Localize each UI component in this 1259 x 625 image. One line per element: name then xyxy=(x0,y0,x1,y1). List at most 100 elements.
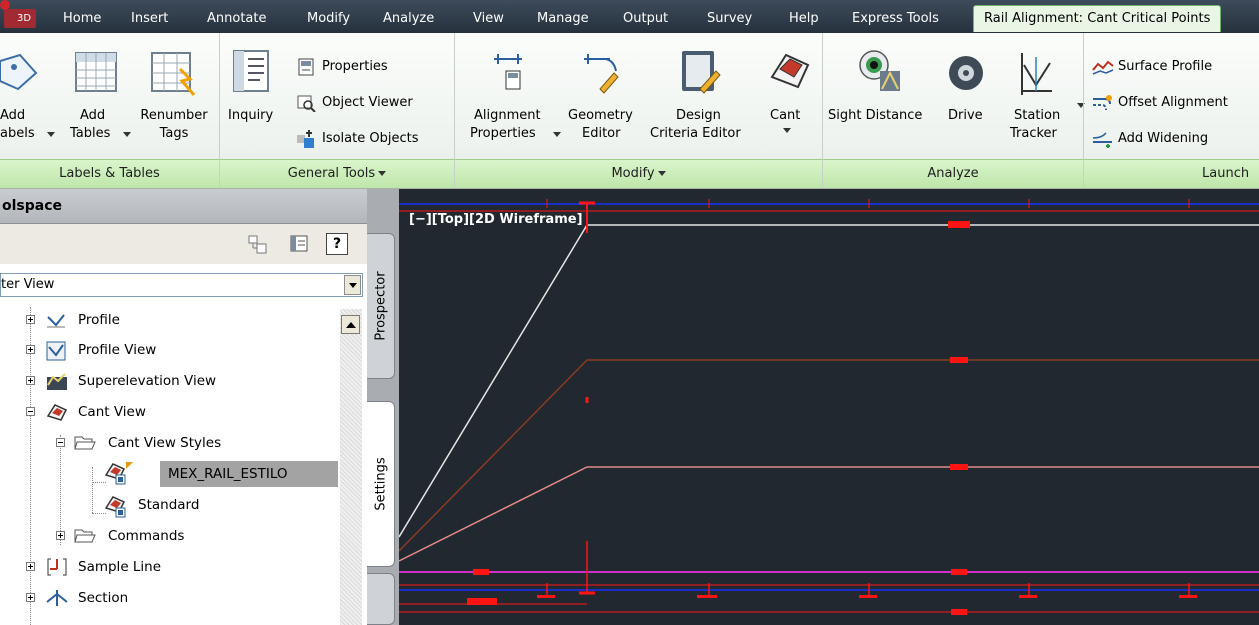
scroll-up-icon[interactable] xyxy=(341,315,360,334)
analyze-panel-title[interactable]: Analyze xyxy=(823,159,1083,188)
application-menu-button[interactable]: 3D xyxy=(0,0,36,28)
alignment-properties-label-line2: Properties xyxy=(470,126,536,141)
toolspace-tree: Profile Profile View Superelevation View… xyxy=(0,307,340,625)
tab-manage[interactable]: Manage xyxy=(537,8,589,30)
labels-tables-panel-title[interactable]: Labels & Tables xyxy=(0,159,219,188)
renumber-tags-label-line2: Tags xyxy=(159,126,189,141)
isolate-objects-button[interactable]: Isolate Objects xyxy=(296,127,418,151)
station-tracker-label-line2: Tracker xyxy=(1010,126,1057,141)
object-viewer-button[interactable]: Object Viewer xyxy=(296,91,413,115)
general-tools-panel-title[interactable]: General Tools xyxy=(220,159,454,188)
properties-label: Properties xyxy=(322,59,388,74)
tree-item-section-label: Section xyxy=(78,590,129,606)
expand-icon[interactable] xyxy=(26,593,35,602)
tab-output[interactable]: Output xyxy=(623,8,668,30)
add-tables-button[interactable]: Add Tables xyxy=(62,43,138,153)
tree-item-superelevation-view-label: Superelevation View xyxy=(78,373,217,389)
drawing-viewport[interactable]: [−][Top][2D Wireframe] xyxy=(399,189,1259,625)
cant-view-drawing[interactable] xyxy=(399,189,1259,625)
tree-item-cant-view[interactable]: Cant View xyxy=(0,399,340,425)
geometry-editor-label-line1: Geometry xyxy=(568,108,633,123)
surface-profile-button[interactable]: Surface Profile xyxy=(1092,55,1212,79)
sight-distance-button[interactable]: Sight Distance xyxy=(828,43,938,153)
properties-button[interactable]: Properties xyxy=(296,55,388,79)
ribbon-tab-bar: 3D Home Insert Annotate Modify Analyze V… xyxy=(0,0,1259,33)
tab-home[interactable]: Home xyxy=(63,8,101,30)
add-widening-button[interactable]: Add Widening xyxy=(1092,127,1208,151)
tree-item-cant-view-styles[interactable]: Cant View Styles xyxy=(0,430,340,456)
collapse-icon[interactable] xyxy=(56,438,65,447)
ribbon: Add abels Add Tables Renumber Tags Label… xyxy=(0,33,1259,189)
profile-icon xyxy=(47,314,65,328)
offset-alignment-button[interactable]: Offset Alignment xyxy=(1092,91,1228,115)
design-criteria-editor-label-line1: Design xyxy=(676,108,721,123)
toolspace-navigation-icon[interactable] xyxy=(248,235,268,255)
station-tracker-button[interactable]: Station Tracker xyxy=(1008,43,1085,153)
tree-item-section[interactable]: Section xyxy=(0,585,340,611)
line-grips[interactable] xyxy=(467,221,970,615)
tree-item-standard[interactable]: Standard xyxy=(0,492,340,518)
tree-item-sample-line-label: Sample Line xyxy=(78,559,162,575)
expand-icon[interactable] xyxy=(26,345,35,354)
cant-dropdown-arrow xyxy=(783,128,791,133)
toolspace-title-bar[interactable]: olspace xyxy=(0,189,367,224)
tree-item-profile[interactable]: Profile xyxy=(0,307,340,333)
alignment-properties-button[interactable]: Alignment Properties xyxy=(466,43,561,153)
modify-expand-arrow xyxy=(657,171,666,176)
tree-item-mex-rail-estilo[interactable]: MEX_RAIL_ESTILO xyxy=(0,461,340,487)
tab-survey[interactable] xyxy=(367,573,395,625)
geometry-editor-icon xyxy=(584,54,619,94)
general-tools-expand-arrow xyxy=(378,171,387,176)
expand-icon[interactable] xyxy=(26,376,35,385)
tab-prospector[interactable]: Prospector xyxy=(367,233,395,379)
tab-view[interactable]: View xyxy=(473,8,504,30)
modify-panel-title[interactable]: Modify xyxy=(455,159,822,188)
tree-item-profile-view-label: Profile View xyxy=(78,342,157,358)
add-tables-label-line2: Tables xyxy=(70,126,111,141)
tab-analyze[interactable]: Analyze xyxy=(383,8,434,30)
tree-item-commands-label: Commands xyxy=(108,528,185,544)
open-folder-icon xyxy=(74,436,96,450)
geometry-editor-button[interactable]: Geometry Editor xyxy=(566,43,646,153)
tab-help[interactable]: Help xyxy=(789,8,819,30)
general-tools-panel-label: General Tools xyxy=(287,166,376,181)
inquiry-icon xyxy=(233,50,269,92)
tab-annotate[interactable]: Annotate xyxy=(207,8,266,30)
sight-distance-icon xyxy=(859,50,900,91)
cant-button[interactable]: Cant xyxy=(762,43,814,153)
collapse-icon[interactable] xyxy=(26,407,35,416)
tab-express-tools[interactable]: Express Tools xyxy=(852,8,939,30)
tab-settings[interactable]: Settings xyxy=(367,401,395,567)
add-widening-icon xyxy=(1092,130,1112,148)
tree-item-profile-view[interactable]: Profile View xyxy=(0,337,340,363)
chevron-down-icon[interactable] xyxy=(344,275,361,295)
design-criteria-editor-icon xyxy=(682,51,721,94)
tree-item-superelevation-view[interactable]: Superelevation View xyxy=(0,368,340,394)
add-labels-button[interactable]: Add abels xyxy=(0,43,55,153)
sample-line-icon xyxy=(47,558,67,576)
viewport-controls-label[interactable]: [−][Top][2D Wireframe] xyxy=(409,212,583,227)
expand-icon[interactable] xyxy=(56,531,65,540)
toolspace-help-icon[interactable]: ? xyxy=(326,233,348,255)
inquiry-button[interactable]: Inquiry xyxy=(224,43,284,153)
design-criteria-editor-label-line2: Criteria Editor xyxy=(650,126,741,141)
tab-insert[interactable]: Insert xyxy=(131,8,168,30)
tree-item-commands[interactable]: Commands xyxy=(0,523,340,549)
toolspace-view-select[interactable]: ter View xyxy=(0,273,363,297)
cant-view-style-icon xyxy=(104,496,126,518)
drive-button[interactable]: Drive xyxy=(942,43,998,153)
tab-rail-alignment-cant-critical-points[interactable]: Rail Alignment: Cant Critical Points xyxy=(973,5,1222,32)
expand-icon[interactable] xyxy=(26,562,35,571)
design-criteria-editor-button[interactable]: Design Criteria Editor xyxy=(648,43,752,153)
cant-icon xyxy=(770,53,810,89)
surface-profile-icon xyxy=(1092,58,1114,76)
renumber-tags-button[interactable]: Renumber Tags xyxy=(136,43,212,153)
expand-icon[interactable] xyxy=(26,315,35,324)
launch-panel-title[interactable]: Launch xyxy=(1084,159,1259,188)
isolate-objects-label: Isolate Objects xyxy=(322,131,419,146)
tab-modify[interactable]: Modify xyxy=(307,8,350,30)
tab-survey[interactable]: Survey xyxy=(707,8,752,30)
tree-item-sample-line[interactable]: Sample Line xyxy=(0,554,340,580)
toolspace-item-view-icon[interactable] xyxy=(290,234,310,254)
toolspace-scrollbar[interactable] xyxy=(340,309,362,625)
